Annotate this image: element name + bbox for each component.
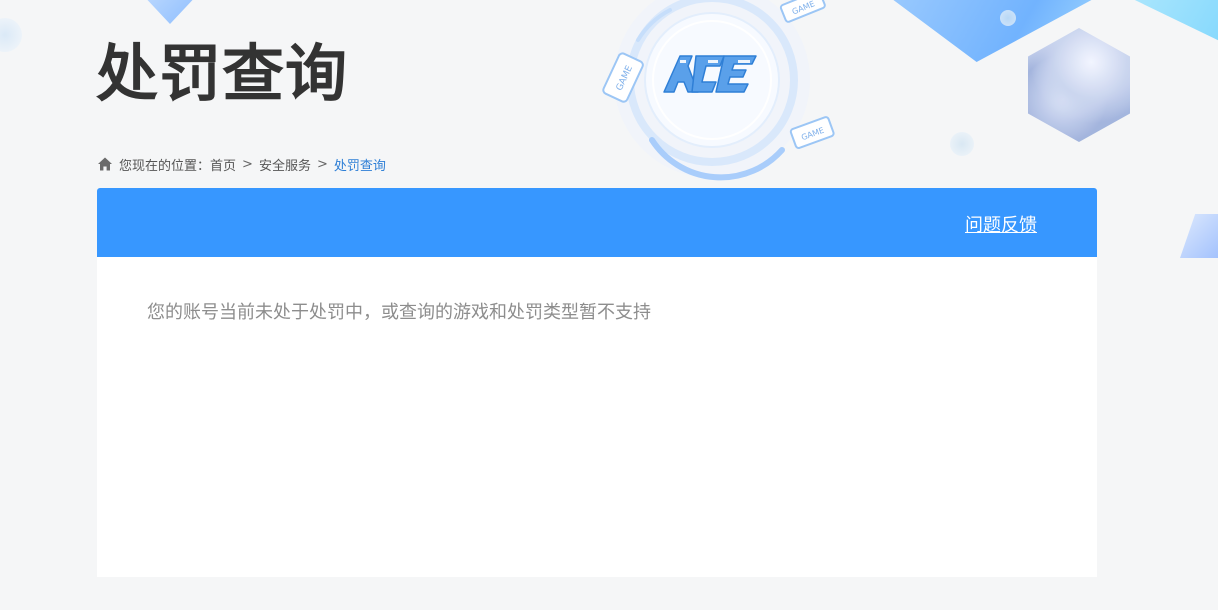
status-message: 您的账号当前未处于处罚中，或查询的游戏和处罚类型暂不支持 [147, 302, 651, 323]
decor-bubble [1000, 10, 1016, 26]
breadcrumb-section-link[interactable]: 安全服务 [259, 155, 311, 174]
panel-body: 您的账号当前未处于处罚中，或查询的游戏和处罚类型暂不支持 [97, 257, 1097, 326]
svg-text:GAME: GAME [800, 126, 825, 143]
breadcrumb-current: 处罚查询 [333, 158, 386, 174]
decor-bubble [950, 132, 974, 156]
breadcrumb-prefix: 您现在的位置： [119, 158, 211, 174]
game-character-portrait [1028, 28, 1130, 142]
breadcrumb: 您现在的位置： 首页 > 安全服务 > 处罚查询 [97, 154, 386, 174]
svg-text:GAME: GAME [791, 0, 816, 16]
decor-shard-top-right [880, 0, 1110, 62]
decor-bubble-left [0, 18, 22, 52]
breadcrumb-home-link[interactable]: 首页 [210, 155, 236, 174]
breadcrumb-separator: > [316, 156, 328, 172]
breadcrumb-separator: > [242, 156, 253, 172]
panel-header: 问题反馈 [97, 188, 1097, 257]
ace-emblem-logo: GAME GAME GAME [602, 0, 835, 181]
feedback-link[interactable]: 问题反馈 [965, 211, 1037, 237]
home-icon [97, 156, 113, 172]
decor-shard-top-left [140, 0, 200, 24]
decor-shard-right-edge [1180, 214, 1218, 258]
page-title: 处罚查询 [96, 37, 349, 110]
decor-shard-top-right-2 [1110, 0, 1218, 46]
svg-text:GAME: GAME [615, 64, 635, 93]
query-result-panel: 问题反馈 您的账号当前未处于处罚中，或查询的游戏和处罚类型暂不支持 [97, 188, 1097, 577]
